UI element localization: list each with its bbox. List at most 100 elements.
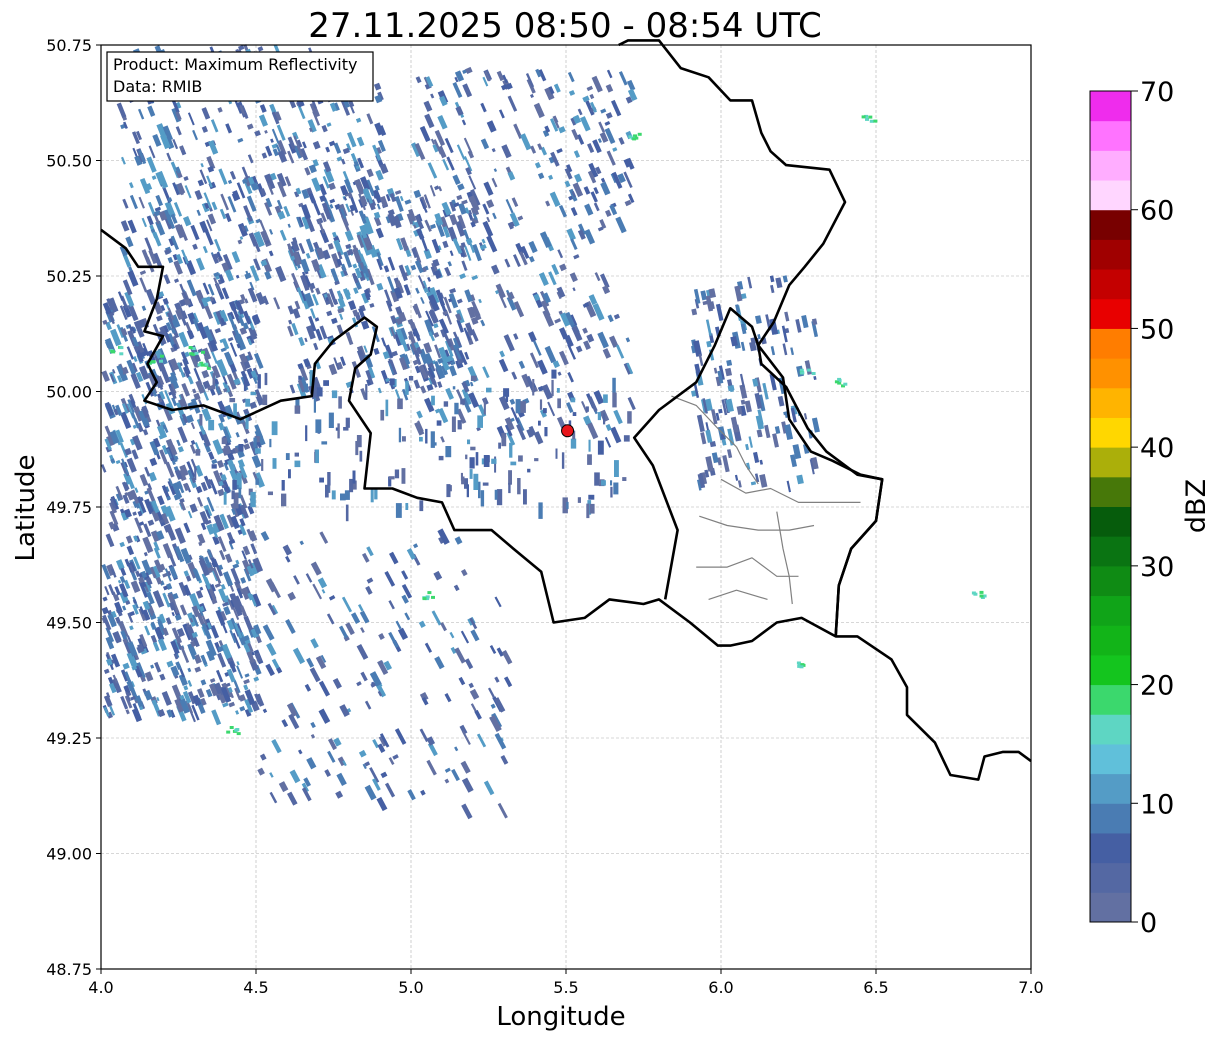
echo-cell — [557, 398, 561, 409]
figure-title: 27.11.2025 08:50 - 08:54 UTC — [308, 6, 822, 46]
echo-cell — [223, 491, 227, 505]
echo-cell — [539, 399, 543, 410]
echo-cell — [232, 479, 237, 490]
echo-cell — [245, 398, 251, 407]
echo-cell — [431, 442, 437, 446]
echo-cell — [253, 437, 257, 448]
echo-cell — [211, 464, 217, 469]
echo-cell — [331, 490, 336, 500]
echo-cell — [238, 444, 244, 452]
echo-cell-strong — [637, 132, 642, 136]
echo-cell — [466, 484, 469, 498]
echo-cell — [231, 490, 235, 500]
echo-cell-strong — [206, 366, 211, 370]
echo-cell-strong — [868, 115, 873, 119]
echo-cell — [281, 493, 287, 507]
echo-cell — [321, 441, 328, 445]
echo-cell — [587, 454, 592, 465]
echo-cell — [555, 448, 558, 459]
echo-cell — [470, 446, 476, 451]
echo-cell — [238, 487, 242, 499]
echo-cell — [446, 484, 451, 498]
echo-cell — [534, 458, 539, 462]
echo-cell — [395, 503, 402, 518]
product-text: Product: Maximum Reflectivity — [113, 55, 357, 74]
echo-cell — [601, 480, 606, 486]
echo-cell — [501, 432, 507, 447]
echo-cell — [467, 439, 471, 445]
echo-cell — [543, 408, 547, 414]
echo-cell — [355, 441, 359, 456]
colorbar-bin — [1090, 506, 1131, 537]
echo-cell — [331, 390, 338, 399]
echo-cell — [365, 384, 368, 400]
echo-cell — [405, 503, 409, 510]
echo-cell — [496, 489, 503, 506]
echo-cell — [612, 377, 616, 393]
colorbar-bin — [1090, 417, 1131, 448]
colorbar-label: dBZ — [1181, 479, 1212, 533]
echo-cell — [445, 446, 452, 458]
echo-cell — [486, 387, 492, 393]
colorbar-bin — [1090, 150, 1131, 181]
echo-cell — [597, 440, 604, 455]
echo-cell-strong — [807, 368, 812, 372]
echo-cell — [498, 442, 501, 449]
echo-cell-strong — [229, 726, 234, 729]
echo-cell — [523, 489, 527, 505]
echo-cell — [359, 450, 363, 462]
echo-cell-strong — [160, 354, 164, 358]
echo-cell-strong — [971, 591, 976, 595]
colorbar-bin — [1090, 536, 1131, 567]
echo-cell — [538, 502, 543, 519]
echo-cell — [597, 412, 601, 421]
echo-cell — [281, 480, 285, 491]
echo-cell — [319, 477, 324, 483]
echo-cell-strong — [427, 591, 432, 595]
echo-cell — [389, 378, 395, 386]
echo-cell — [508, 482, 511, 494]
echo-cell — [315, 419, 322, 433]
echo-cell — [208, 419, 215, 431]
colorbar-tick-label: 30 — [1140, 552, 1174, 583]
echo-cell — [199, 414, 203, 426]
echo-cell — [520, 401, 526, 413]
x-tick-label: 6.0 — [708, 978, 733, 997]
echo-cell — [380, 409, 385, 421]
info-box: Product: Maximum Reflectivity Data: RMIB — [106, 51, 374, 102]
colorbar-bin — [1090, 892, 1131, 923]
echo-cell — [337, 423, 340, 439]
echo-cell — [515, 399, 521, 414]
colorbar-bin — [1090, 773, 1131, 804]
echo-cell — [461, 476, 465, 485]
echo-cell — [323, 380, 329, 386]
echo-cell — [345, 504, 349, 522]
echo-cell — [532, 379, 535, 396]
data-source-text: Data: RMIB — [113, 77, 202, 96]
colorbar-bins — [1090, 91, 1131, 923]
x-axis-ticks: 4.0 4.5 5.0 5.5 6.0 6.5 7.0 — [88, 969, 1044, 997]
echo-cell-strong — [869, 119, 874, 123]
echo-cell — [588, 439, 591, 452]
echo-cell-strong — [204, 362, 209, 366]
echo-cell — [505, 392, 509, 402]
echo-cell — [588, 494, 595, 500]
echo-cell-strong — [110, 349, 115, 353]
echo-cell-strong — [843, 382, 848, 386]
echo-cell — [494, 489, 498, 500]
echo-cell — [613, 482, 619, 495]
echo-cell — [255, 478, 259, 485]
echo-cell-strong — [235, 728, 240, 731]
echo-cell — [305, 425, 308, 442]
echo-cell — [338, 396, 342, 409]
echo-cell — [352, 470, 356, 484]
echo-cell — [570, 397, 576, 403]
echo-cell — [480, 490, 485, 507]
echo-cell — [269, 438, 272, 448]
echo-cell-strong — [796, 661, 801, 665]
echo-cell — [452, 386, 456, 390]
colorbar-bin — [1090, 476, 1131, 507]
echo-cell-strong — [431, 595, 435, 599]
echo-cell — [221, 474, 224, 481]
echo-cell — [294, 452, 299, 457]
